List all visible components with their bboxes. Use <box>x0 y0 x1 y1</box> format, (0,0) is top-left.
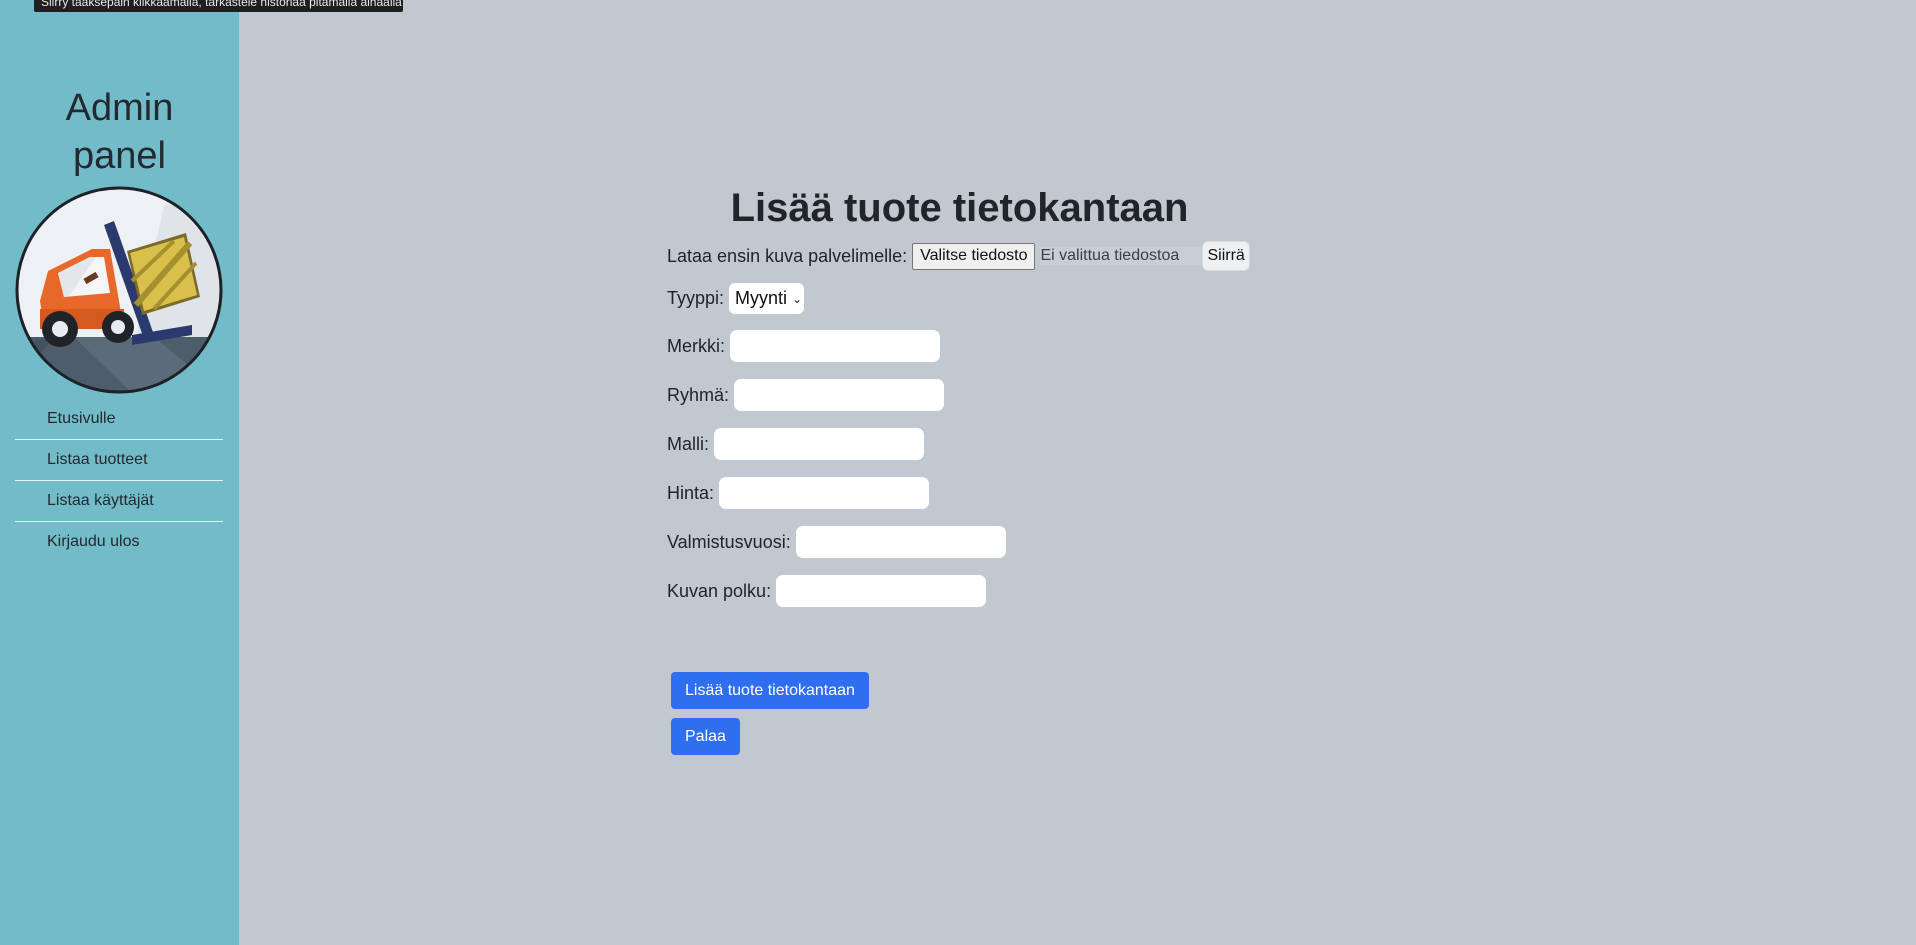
ryhma-input[interactable] <box>734 379 945 411</box>
kuvan-polku-input[interactable] <box>776 575 987 607</box>
sidebar-item-etusivulle[interactable]: Etusivulle <box>15 399 223 440</box>
back-button-tooltip: Siirry taaksepäin klikkaamalla, tarkaste… <box>34 0 403 12</box>
upload-label: Lataa ensin kuva palvelimelle: <box>667 245 908 266</box>
field-row-ryhma: Ryhmä: <box>667 379 945 411</box>
forklift-logo <box>15 186 223 394</box>
field-row-merkki: Merkki: <box>667 330 940 362</box>
type-select[interactable]: Myynti ⌄ <box>729 283 805 314</box>
malli-input[interactable] <box>714 428 925 460</box>
merkki-label: Merkki: <box>667 335 725 356</box>
field-row-malli: Malli: <box>667 428 925 460</box>
sidebar-item-listaa-kayttajat[interactable]: Listaa käyttäjät <box>15 481 223 522</box>
back-button[interactable]: Palaa <box>671 718 740 755</box>
sidebar-nav: Etusivulle Listaa tuotteet Listaa käyttä… <box>15 399 223 562</box>
type-label: Tyyppi: <box>667 288 725 308</box>
sidebar-item-listaa-tuotteet[interactable]: Listaa tuotteet <box>15 440 223 481</box>
sidebar-title: Admin panel <box>0 84 239 180</box>
upload-submit-button[interactable]: Siirrä <box>1202 241 1250 271</box>
field-row-valmistusvuosi: Valmistusvuosi: <box>667 526 1006 558</box>
choose-file-button[interactable]: Valitse tiedosto <box>912 242 1036 270</box>
sidebar-title-line2: panel <box>73 135 166 177</box>
sidebar: Admin panel Etusivulle Listaa tuotteet L… <box>0 0 239 945</box>
file-status-text: Ei valittua tiedostoa <box>1040 247 1203 265</box>
merkki-input[interactable] <box>730 330 940 362</box>
valmistusvuosi-input[interactable] <box>795 526 1006 558</box>
field-row-hinta: Hinta: <box>667 477 930 509</box>
field-row-kuvan-polku: Kuvan polku: <box>667 575 987 607</box>
malli-label: Malli: <box>667 433 710 454</box>
hinta-label: Hinta: <box>667 482 715 503</box>
chevron-down-icon: ⌄ <box>792 291 803 306</box>
kuvan-polku-label: Kuvan polku: <box>667 580 772 601</box>
hinta-input[interactable] <box>719 477 930 509</box>
add-product-button[interactable]: Lisää tuote tietokantaan <box>671 672 869 709</box>
page-title: Lisää tuote tietokantaan <box>730 186 1189 230</box>
sidebar-item-kirjaudu-ulos[interactable]: Kirjaudu ulos <box>15 522 223 562</box>
valmistusvuosi-label: Valmistusvuosi: <box>667 531 791 552</box>
type-row: Tyyppi: Myynti ⌄ <box>667 283 805 314</box>
type-select-value: Myynti <box>735 288 788 308</box>
sidebar-title-line1: Admin <box>65 87 174 129</box>
ryhma-label: Ryhmä: <box>667 384 730 405</box>
upload-row: Lataa ensin kuva palvelimelle: Valitse t… <box>667 241 1250 271</box>
